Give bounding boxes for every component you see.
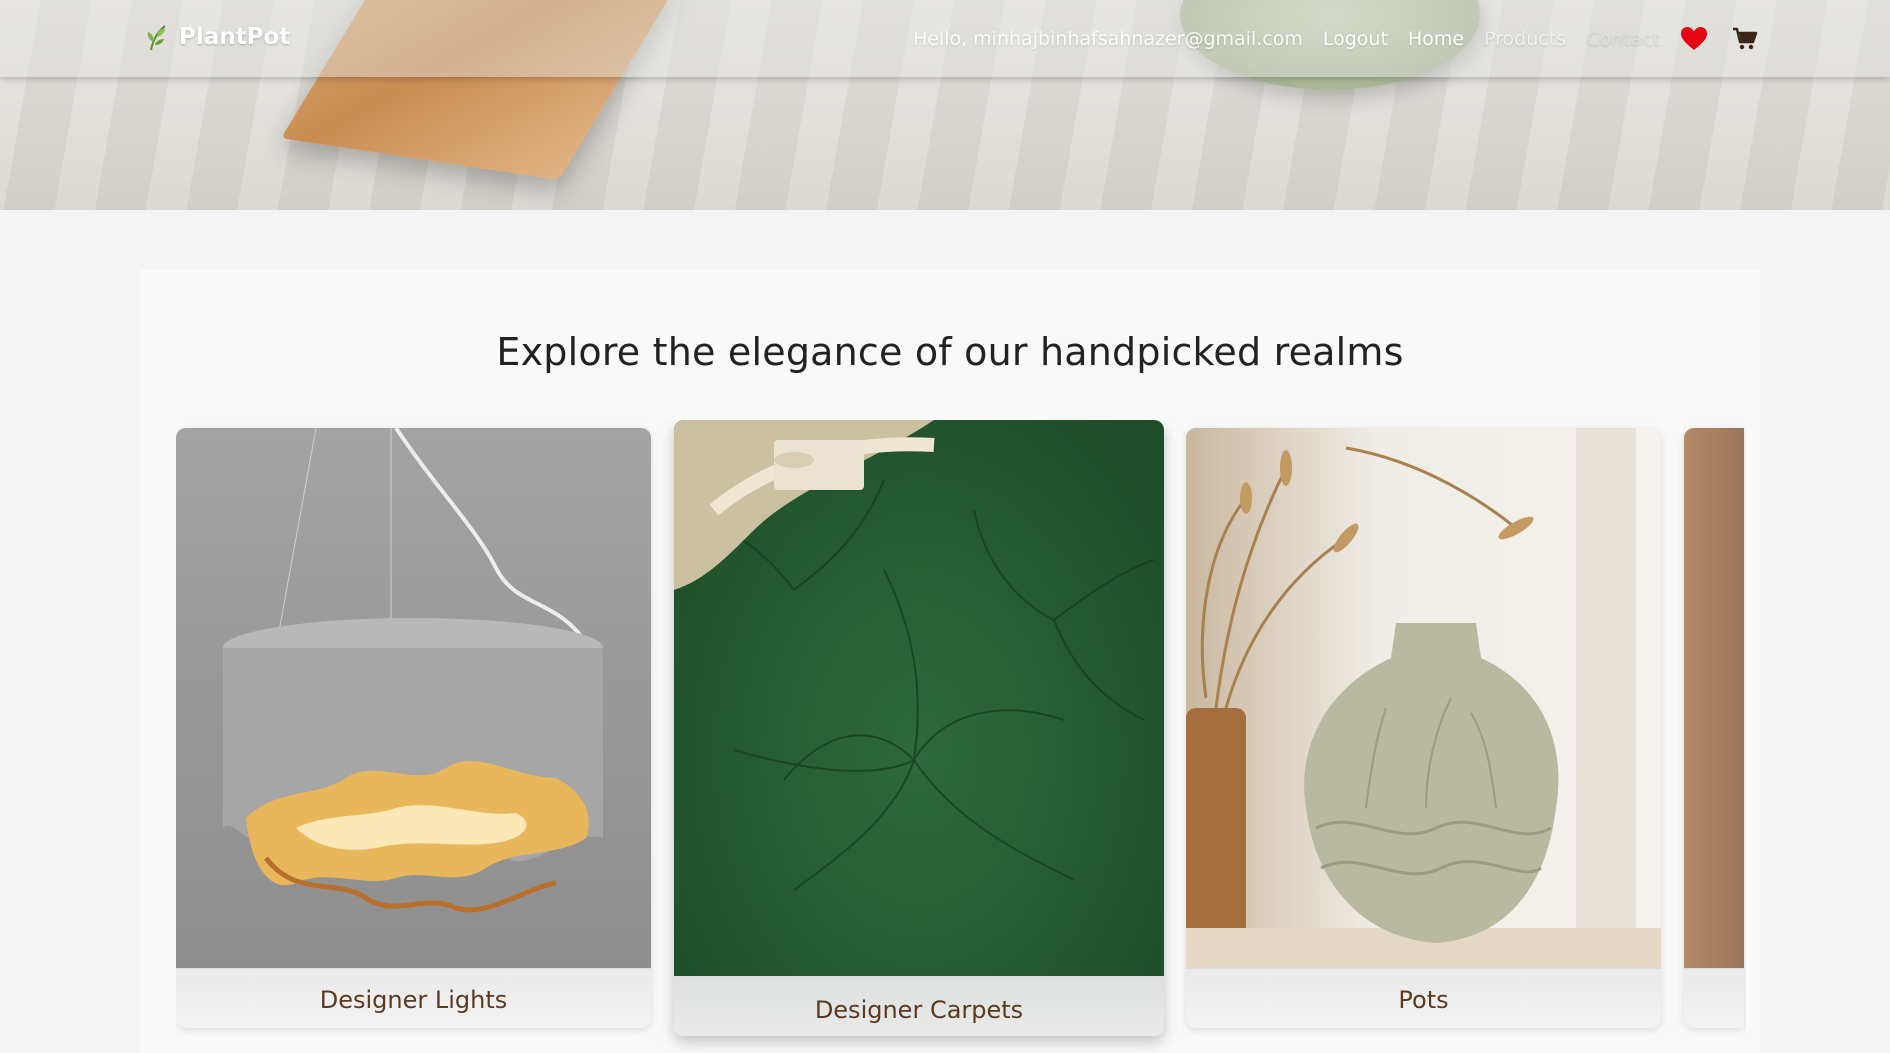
logout-link[interactable]: Logout	[1323, 28, 1388, 50]
category-carousel[interactable]: Designer Lights Designer Carpets Pots	[176, 420, 1746, 1053]
categories-panel: Explore the elegance of our handpicked r…	[140, 270, 1760, 1053]
pendant-lamp-illustration	[223, 428, 603, 913]
vase-illustration	[1186, 428, 1661, 968]
brand[interactable]: PlantPot	[145, 22, 290, 52]
navbar: PlantPot Hello, minhajbinhafsahnazer@gma…	[0, 0, 1890, 77]
partial-card-image	[1684, 428, 1744, 968]
category-card-pots[interactable]: Pots	[1186, 428, 1661, 1028]
brand-name: PlantPot	[179, 24, 291, 50]
leaf-icon	[147, 25, 166, 51]
designer-lights-image	[176, 428, 651, 968]
section-title: Explore the elegance of our handpicked r…	[496, 330, 1404, 374]
carpet-illustration	[674, 420, 1155, 891]
category-label: Pots	[1186, 968, 1661, 1028]
category-card-partial[interactable]	[1684, 428, 1744, 1028]
home-link[interactable]: Home	[1408, 28, 1464, 50]
cart-icon[interactable]	[1732, 27, 1758, 51]
heart-icon[interactable]	[1680, 26, 1708, 52]
category-label	[1684, 968, 1744, 1028]
products-link[interactable]: Products	[1484, 28, 1566, 50]
category-card-designer-lights[interactable]: Designer Lights	[176, 428, 651, 1028]
contact-link[interactable]: Contact	[1586, 28, 1660, 50]
category-card-designer-carpets[interactable]: Designer Carpets	[674, 420, 1164, 1036]
nav-links: Hello, minhajbinhafsahnazer@gmail.com Lo…	[893, 26, 1758, 52]
user-greeting[interactable]: Hello, minhajbinhafsahnazer@gmail.com	[913, 28, 1303, 50]
category-label: Designer Carpets	[674, 976, 1164, 1036]
category-label: Designer Lights	[176, 968, 651, 1028]
pots-image	[1186, 428, 1661, 968]
designer-carpets-image	[674, 420, 1164, 976]
